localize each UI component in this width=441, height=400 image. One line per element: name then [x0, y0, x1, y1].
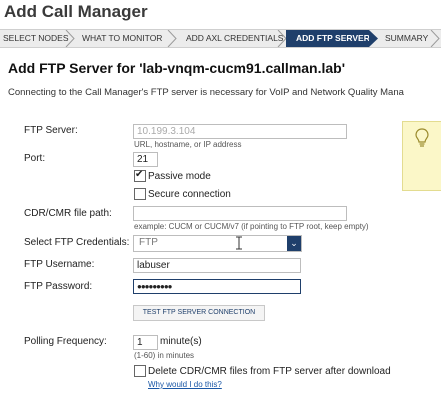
polling-hint: (1-60) in minutes	[134, 351, 195, 360]
delete-files-checkbox[interactable]	[134, 365, 146, 377]
tip-panel	[402, 121, 441, 191]
cdr-path-input[interactable]	[133, 206, 347, 221]
step-add-ftp-server[interactable]: ADD FTP SERVER	[286, 30, 370, 47]
secure-connection-label: Secure connection	[148, 189, 231, 200]
credentials-select-value: FTP	[139, 237, 158, 248]
why-link[interactable]: Why would I do this?	[148, 380, 222, 389]
username-label: FTP Username:	[24, 259, 95, 270]
credentials-label: Select FTP Credentials:	[24, 237, 130, 248]
step-separator	[167, 30, 177, 47]
credentials-select[interactable]: FTP ⌄	[133, 235, 302, 252]
ftp-server-label: FTP Server:	[24, 125, 78, 136]
page-title: Add Call Manager	[4, 2, 148, 21]
polling-input[interactable]: 1	[133, 335, 158, 350]
step-select-nodes[interactable]: SELECT NODES	[3, 30, 69, 47]
polling-label: Polling Frequency:	[24, 336, 107, 347]
test-ftp-connection-button[interactable]: TEST FTP SERVER CONNECTION	[133, 305, 265, 321]
section-description: Connecting to the Call Manager's FTP ser…	[8, 87, 404, 98]
step-summary[interactable]: SUMMARY	[385, 30, 428, 47]
passive-mode-label: Passive mode	[148, 171, 211, 182]
step-add-axl-credentials[interactable]: ADD AXL CREDENTIALS	[186, 30, 283, 47]
chevron-down-icon[interactable]: ⌄	[287, 236, 301, 251]
step-active-arrow	[369, 30, 379, 47]
delete-files-label: Delete CDR/CMR files from FTP server aft…	[148, 366, 391, 377]
text-cursor-icon	[235, 236, 243, 250]
polling-unit: minute(s)	[160, 336, 202, 347]
ftp-server-hint: URL, hostname, or IP address	[134, 140, 242, 149]
username-input[interactable]: labuser	[133, 258, 301, 273]
step-separator	[430, 30, 440, 47]
cdr-path-label: CDR/CMR file path:	[24, 208, 112, 219]
passive-mode-checkbox[interactable]	[134, 169, 146, 182]
lightbulb-icon	[415, 128, 429, 153]
section-title: Add FTP Server for 'lab-vnqm-cucm91.call…	[8, 60, 346, 76]
port-input[interactable]: 21	[133, 152, 158, 167]
wizard-steps: SELECT NODES WHAT TO MONITOR ADD AXL CRE…	[0, 29, 441, 48]
ftp-server-input[interactable]: 10.199.3.104	[133, 124, 347, 139]
secure-connection-checkbox[interactable]	[134, 188, 146, 200]
password-input[interactable]: ●●●●●●●●●	[133, 279, 301, 294]
cdr-path-hint: example: CUCM or CUCM/v7 (if pointing to…	[134, 222, 369, 231]
step-separator	[65, 30, 75, 47]
step-what-to-monitor[interactable]: WHAT TO MONITOR	[82, 30, 162, 47]
password-label: FTP Password:	[24, 281, 93, 292]
port-label: Port:	[24, 153, 46, 164]
